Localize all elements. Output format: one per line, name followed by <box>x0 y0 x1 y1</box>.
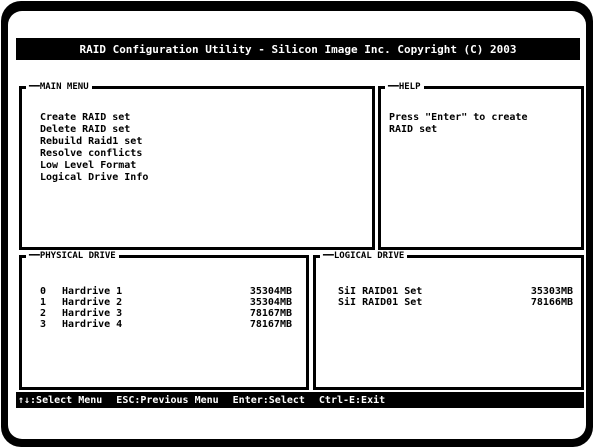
drive-index: 3 <box>40 319 47 330</box>
hint-select[interactable]: Enter:Select <box>233 395 305 406</box>
menu-item-logical-drive-info[interactable]: Logical Drive Info <box>40 172 148 184</box>
title-bar: RAID Configuration Utility - Silicon Ima… <box>16 38 580 60</box>
drive-name: Hardrive 4 <box>62 319 123 330</box>
main-menu-list: Create RAID set Delete RAID set Rebuild … <box>40 112 148 184</box>
drive-index: 0 <box>40 286 47 297</box>
physical-drive-panel: PHYSICAL DRIVE 0 Hardrive 1 35304MB 1 Ha… <box>19 250 309 390</box>
logical-drive-row[interactable]: SiI RAID01 Set 35303MB <box>338 286 573 297</box>
physical-drive-list: 0 Hardrive 1 35304MB 1 Hardrive 2 35304M… <box>40 286 292 330</box>
logical-drive-name: SiI RAID01 Set <box>338 286 423 297</box>
hint-select-menu[interactable]: ↑↓:Select Menu <box>18 395 102 406</box>
drive-index: 1 <box>40 297 47 308</box>
logical-drive-list: SiI RAID01 Set 35303MB SiI RAID01 Set 78… <box>338 286 573 308</box>
help-title: HELP <box>385 81 424 93</box>
hint-previous-menu[interactable]: ESC:Previous Menu <box>116 395 218 406</box>
physical-drive-row[interactable]: 1 Hardrive 2 35304MB <box>40 297 292 308</box>
drive-size: 35304MB <box>249 297 292 308</box>
drive-name: Hardrive 1 <box>62 286 123 297</box>
logical-drive-size: 78166MB <box>530 297 573 308</box>
logical-drive-name: SiI RAID01 Set <box>338 297 423 308</box>
physical-drive-row[interactable]: 2 Hardrive 3 78167MB <box>40 308 292 319</box>
logical-drive-panel: LOGICAL DRIVE SiI RAID01 Set 35303MB SiI… <box>313 250 584 390</box>
logical-drive-row[interactable]: SiI RAID01 Set 78166MB <box>338 297 573 308</box>
menu-item-create-raid-set[interactable]: Create RAID set <box>40 112 148 124</box>
drive-name: Hardrive 2 <box>62 297 123 308</box>
help-text: Press "Enter" to create RAID set <box>389 112 528 135</box>
hint-exit[interactable]: Ctrl-E:Exit <box>319 395 385 406</box>
drive-size: 35304MB <box>249 286 292 297</box>
key-hints-bar: ↑↓:Select Menu ESC:Previous Menu Enter:S… <box>16 392 584 408</box>
drive-size: 78167MB <box>249 308 292 319</box>
physical-drive-row[interactable]: 3 Hardrive 4 78167MB <box>40 319 292 330</box>
main-menu-panel: MAIN MENU Create RAID set Delete RAID se… <box>19 81 375 250</box>
drive-name: Hardrive 3 <box>62 308 123 319</box>
menu-item-rebuild-raid1-set[interactable]: Rebuild Raid1 set <box>40 136 148 148</box>
menu-item-resolve-conflicts[interactable]: Resolve conflicts <box>40 148 148 160</box>
drive-size: 78167MB <box>249 319 292 330</box>
main-menu-title: MAIN MENU <box>26 81 92 93</box>
menu-item-low-level-format[interactable]: Low Level Format <box>40 160 148 172</box>
physical-drive-row[interactable]: 0 Hardrive 1 35304MB <box>40 286 292 297</box>
logical-drive-title: LOGICAL DRIVE <box>320 250 408 262</box>
help-panel: HELP Press "Enter" to create RAID set <box>378 81 584 250</box>
drive-index: 2 <box>40 308 47 319</box>
menu-item-delete-raid-set[interactable]: Delete RAID set <box>40 124 148 136</box>
physical-drive-title: PHYSICAL DRIVE <box>26 250 119 262</box>
logical-drive-size: 35303MB <box>530 286 573 297</box>
